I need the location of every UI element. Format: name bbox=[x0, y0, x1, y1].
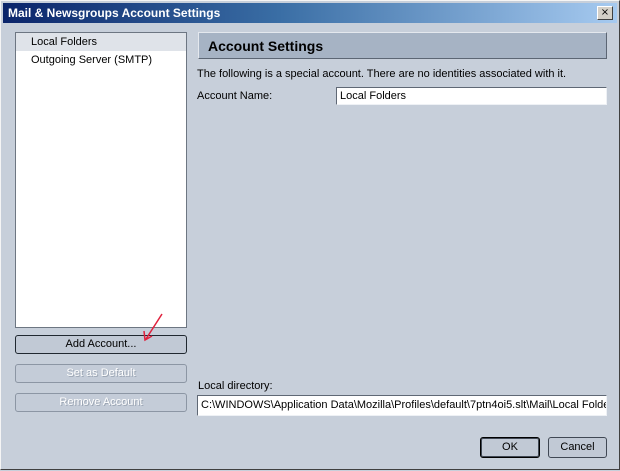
add-account-button[interactable]: Add Account... bbox=[15, 335, 187, 354]
account-name-field[interactable]: Local Folders bbox=[336, 87, 607, 105]
page-title: Account Settings bbox=[208, 38, 324, 54]
account-settings-header: Account Settings bbox=[198, 32, 607, 59]
account-settings-dialog: Mail & Newsgroups Account Settings × Loc… bbox=[0, 0, 620, 470]
close-icon: × bbox=[600, 7, 610, 18]
account-name-label: Account Name: bbox=[197, 90, 273, 102]
title-bar[interactable]: Mail & Newsgroups Account Settings × bbox=[3, 3, 617, 23]
local-directory-field[interactable]: C:\WINDOWS\Application Data\Mozilla\Prof… bbox=[197, 395, 607, 416]
set-as-default-button: Set as Default bbox=[15, 364, 187, 383]
remove-account-button: Remove Account bbox=[15, 393, 187, 412]
ok-button[interactable]: OK bbox=[480, 437, 540, 458]
account-list[interactable]: Local Folders Outgoing Server (SMTP) bbox=[15, 32, 187, 328]
window-title: Mail & Newsgroups Account Settings bbox=[8, 6, 221, 20]
close-button[interactable]: × bbox=[597, 6, 613, 20]
special-account-note: The following is a special account. Ther… bbox=[197, 68, 567, 80]
account-item-local-folders[interactable]: Local Folders bbox=[16, 33, 186, 51]
account-item-outgoing-server[interactable]: Outgoing Server (SMTP) bbox=[16, 51, 186, 69]
cancel-button[interactable]: Cancel bbox=[548, 437, 607, 458]
local-directory-label: Local directory: bbox=[198, 380, 273, 392]
